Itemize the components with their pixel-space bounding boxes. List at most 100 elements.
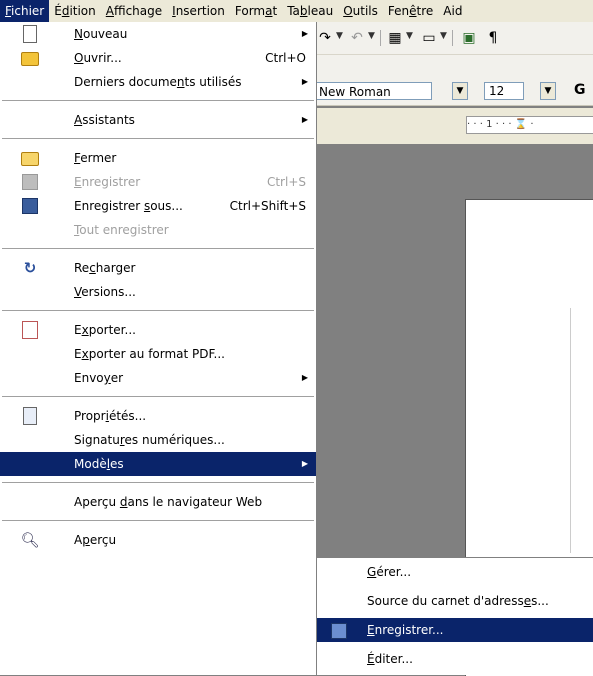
submenu-item-source-du-carnet-d-adresses[interactable]: Source du carnet d'adresses...	[317, 589, 593, 613]
menu-item-label: Aperçu dans le navigateur Web	[74, 495, 263, 509]
menu-item-signatures-numeriques[interactable]: Signatures numériques...	[0, 428, 316, 452]
file-menu: Nouveau ▶ Ouvrir... Ctrl+O Derniers document…	[0, 22, 317, 675]
menu-item-label: Propriétés...	[74, 409, 147, 423]
menu-item-label: Versions...	[74, 285, 136, 299]
formatting-marks-icon[interactable]: ¶	[484, 29, 502, 47]
menu-item-assistants[interactable]: Assistants ▶	[0, 108, 316, 132]
new-document-icon	[20, 24, 40, 44]
menu-item-shortcut: Ctrl+Shift+S	[229, 199, 306, 213]
menu-item-label: Assistants	[74, 113, 135, 127]
toolbar-strip	[316, 55, 593, 77]
menu-separator	[2, 396, 314, 398]
bold-icon[interactable]: G	[574, 82, 586, 98]
reload-icon: ↻	[23, 259, 37, 277]
menu-item-ouvrir[interactable]: Ouvrir... Ctrl+O	[0, 46, 316, 70]
undo-dropdown-icon[interactable]: ▼	[368, 31, 375, 41]
menu-item-label: Fermer	[74, 151, 117, 165]
menu-outils[interactable]: Outils	[338, 0, 383, 22]
menu-item-label: Derniers documents utilisés	[74, 75, 242, 89]
menu-separator	[2, 482, 314, 484]
menu-separator	[2, 100, 314, 102]
menu-aid[interactable]: Aid	[438, 0, 467, 22]
submenu-item-enregistrer[interactable]: Enregistrer...	[317, 618, 593, 642]
menu-item-label: Envoyer	[74, 371, 124, 385]
submenu-arrow-icon: ▶	[301, 373, 308, 382]
save-as-icon	[20, 196, 40, 216]
toolbar-separator	[452, 30, 453, 46]
menu-item-apercu-dans-le-navigateur-web[interactable]: Aperçu dans le navigateur Web	[0, 490, 316, 514]
submenu-item-label: Enregistrer...	[367, 623, 444, 637]
menu-item-versions[interactable]: Versions...	[0, 280, 316, 304]
toolbar-separator	[380, 30, 381, 46]
menu-item-derniers-documents-utilises[interactable]: Derniers documents utilisés ▶	[0, 70, 316, 94]
menu-item-label: Recharger	[74, 261, 136, 275]
menu-edition[interactable]: Édition	[49, 0, 101, 22]
menu-item-label: Ouvrir...	[74, 51, 122, 65]
menu-tableau[interactable]: Tableau	[282, 0, 338, 22]
table-dropdown-icon[interactable]: ▼	[406, 31, 413, 41]
menu-format[interactable]: Format	[230, 0, 282, 22]
redo-dropdown-icon[interactable]: ▼	[336, 31, 343, 41]
frame-dropdown-icon[interactable]: ▼	[440, 31, 447, 41]
menu-item-nouveau[interactable]: Nouveau ▶	[0, 22, 316, 46]
save-icon	[20, 172, 40, 192]
menu-fenetre[interactable]: Fenêtre	[383, 0, 438, 22]
menu-item-label: Enregistrer sous...	[74, 199, 183, 213]
menu-item-apercu[interactable]: 🔍︎ Aperçu	[0, 528, 316, 552]
export-icon	[20, 320, 40, 340]
submenu-item-editer[interactable]: Éditer...	[317, 647, 593, 671]
ruler-scale: · · · 1 · · · ⌛ ·	[466, 116, 593, 134]
menu-item-enregistrer[interactable]: Enregistrer Ctrl+S	[0, 170, 316, 194]
table-icon[interactable]: ▦	[386, 29, 404, 47]
submenu-arrow-icon: ▶	[301, 115, 308, 124]
menu-affichage[interactable]: Affichage	[101, 0, 167, 22]
standard-toolbar: ↷ ▼ ↶ ▼ ▦ ▼ ▭ ▼ ▣ ¶	[316, 22, 593, 55]
menu-item-exporter-au-format-pdf[interactable]: Exporter au format PDF...	[0, 342, 316, 366]
font-name-box[interactable]: New Roman	[316, 82, 432, 100]
submenu-item-gerer[interactable]: Gérer...	[317, 560, 593, 584]
ruler: · · · 1 · · · ⌛ ·	[316, 108, 593, 144]
menu-item-label: Exporter au format PDF...	[74, 347, 225, 361]
submenu-arrow-icon: ▶	[301, 29, 308, 38]
menu-item-enregistrer-sous[interactable]: Enregistrer sous... Ctrl+Shift+S	[0, 194, 316, 218]
menu-item-shortcut: Ctrl+O	[265, 51, 306, 65]
menu-item-exporter[interactable]: Exporter...	[0, 318, 316, 342]
menu-item-envoyer[interactable]: Envoyer ▶	[0, 366, 316, 390]
image-icon[interactable]: ▣	[460, 29, 478, 47]
font-name-dropdown-icon[interactable]: ▼	[452, 82, 468, 100]
preview-icon: 🔍︎	[20, 531, 40, 549]
menu-item-label: Tout enregistrer	[74, 223, 169, 237]
menu-insertion[interactable]: Insertion	[167, 0, 230, 22]
font-size-box[interactable]: 12	[484, 82, 524, 100]
menu-item-tout-enregistrer[interactable]: Tout enregistrer	[0, 218, 316, 242]
menu-fichier[interactable]: Fichier	[0, 0, 50, 22]
menu-item-modeles[interactable]: Modèles ▶	[0, 452, 316, 476]
menu-item-label: Modèles	[74, 457, 124, 471]
save-template-icon	[329, 621, 349, 639]
menu-item-proprietes[interactable]: Propriétés...	[0, 404, 316, 428]
menu-item-fermer[interactable]: Fermer	[0, 146, 316, 170]
close-document-icon	[20, 148, 40, 168]
menu-item-label: Exporter...	[74, 323, 136, 337]
menu-item-shortcut: Ctrl+S	[266, 175, 306, 189]
font-size-dropdown-icon[interactable]: ▼	[540, 82, 556, 100]
menu-separator	[2, 310, 314, 312]
frame-icon[interactable]: ▭	[420, 29, 438, 47]
open-folder-icon	[20, 48, 40, 68]
menu-item-label: Enregistrer	[74, 175, 141, 189]
submenu-arrow-icon: ▶	[301, 77, 308, 86]
submenu-item-label: Éditer...	[367, 652, 413, 666]
menu-item-label: Signatures numériques...	[74, 433, 225, 447]
menu-separator	[2, 520, 314, 522]
submenu-item-label: Gérer...	[367, 565, 412, 579]
redo-icon[interactable]: ↷	[316, 29, 334, 47]
undo-icon[interactable]: ↶	[348, 29, 366, 47]
properties-icon	[20, 406, 40, 426]
document-margin-line	[570, 308, 571, 553]
submenu-item-label: Source du carnet d'adresses...	[367, 594, 549, 608]
menu-item-label: Nouveau	[74, 27, 128, 41]
menu-item-label: Aperçu	[74, 533, 117, 547]
submenu-arrow-icon: ▶	[301, 459, 308, 468]
menu-item-recharger[interactable]: ↻ Recharger	[0, 256, 316, 280]
menu-bar: Fichier Édition Affichage Insertion Format Ta…	[0, 0, 593, 23]
